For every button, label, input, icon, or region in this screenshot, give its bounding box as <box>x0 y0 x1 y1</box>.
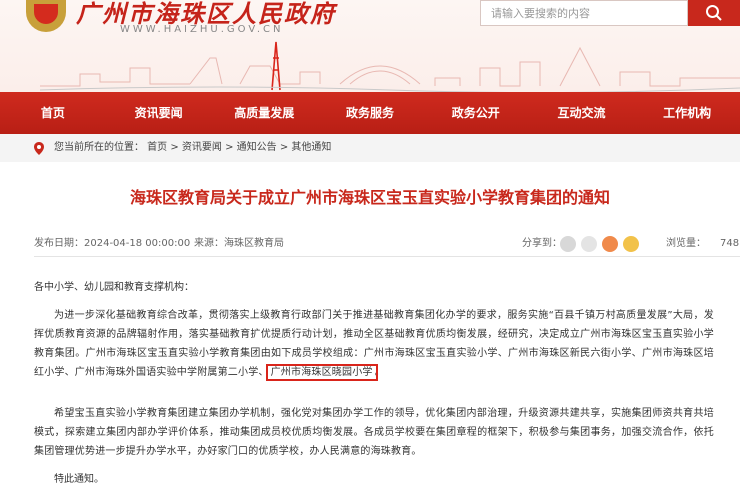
qzone-share-icon[interactable] <box>602 236 618 252</box>
nav-item-interaction[interactable]: 互动交流 <box>529 92 635 134</box>
location-pin-icon <box>34 142 44 155</box>
closing-line: 特此通知。 <box>54 474 104 485</box>
qq-share-icon[interactable] <box>623 236 639 252</box>
site-header: 广州市海珠区人民政府 WWW.HAIZHU.GOV.CN <box>0 0 740 92</box>
national-emblem-icon <box>26 0 66 32</box>
nav-item-agencies[interactable]: 工作机构 <box>634 92 740 134</box>
city-skyline-banner <box>40 41 740 92</box>
article-title: 海珠区教育局关于成立广州市海珠区宝玉直实验小学教育集团的通知 <box>129 188 610 207</box>
weibo-share-icon[interactable] <box>581 236 597 252</box>
article-meta: 发布日期：2024-04-18 00:00:00 来源：海珠区教育局 分享到： … <box>34 232 740 256</box>
site-url: WWW.HAIZHU.GOV.CN <box>120 24 284 35</box>
nav-item-disclosure[interactable]: 政务公开 <box>423 92 529 134</box>
article-paragraph-1: 为进一步深化基础教育综合改革，贯彻落实上级教育行政部门关于推进基础教育集团化办学… <box>34 306 714 382</box>
search-button[interactable] <box>688 0 740 26</box>
highlighted-school-name: 广州市海珠区晓园小学 <box>265 364 378 381</box>
views-count: 748 <box>720 238 740 249</box>
nav-item-services[interactable]: 政务服务 <box>317 92 423 134</box>
article-source: 来源：海珠区教育局 <box>194 238 284 249</box>
nav-item-home[interactable]: 首页 <box>0 92 106 134</box>
divider <box>34 256 740 257</box>
publish-date: 发布日期：2024-04-18 00:00:00 <box>34 238 191 249</box>
share-label: 分享到： <box>522 238 562 249</box>
share-icons <box>560 236 639 252</box>
search-input[interactable] <box>481 1 691 25</box>
nav-item-news[interactable]: 资讯要闻 <box>106 92 212 134</box>
search-field[interactable] <box>480 0 691 26</box>
salutation: 各中小学、幼儿园和教育支撑机构： <box>34 282 194 293</box>
paragraph-end: 。 <box>374 367 385 378</box>
wechat-share-icon[interactable] <box>560 236 576 252</box>
views-label: 浏览量： <box>666 238 706 249</box>
search-icon <box>706 5 722 21</box>
nav-item-development[interactable]: 高质量发展 <box>211 92 317 134</box>
breadcrumb-text[interactable]: 您当前所在的位置： 首页 > 资讯要闻 > 通知公告 > 其他通知 <box>54 134 331 162</box>
breadcrumb: 您当前所在的位置： 首页 > 资讯要闻 > 通知公告 > 其他通知 <box>0 134 740 162</box>
article-paragraph-2: 希望宝玉直实验小学教育集团建立集团办学机制，强化党对集团办学工作的领导，优化集团… <box>34 408 714 457</box>
main-nav: 首页 资讯要闻 高质量发展 政务服务 政务公开 互动交流 工作机构 <box>0 92 740 134</box>
